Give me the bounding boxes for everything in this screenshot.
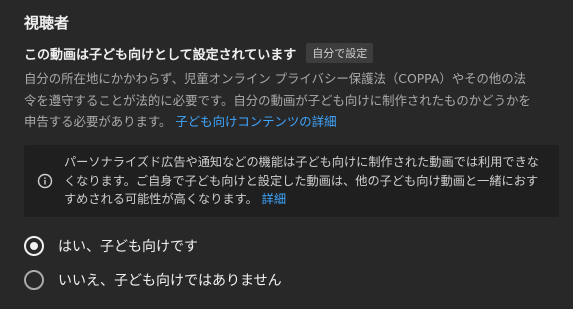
radio-button-unchecked[interactable] — [24, 270, 44, 290]
info-icon — [37, 173, 53, 189]
coppa-description: 自分の所在地にかかわらず、児童オンライン プライバシー保護法（COPPA）やその… — [24, 68, 554, 133]
info-line: パーソナライズド広告や通知などの機能は子ども向けに制作された動画では利用できな — [64, 155, 539, 169]
info-line: くなります。ご自身で子ども向けと設定した動画は、他の子ども向け動画と一緒におす — [64, 173, 539, 188]
radio-button-checked[interactable] — [24, 236, 44, 256]
description-line: 自分の所在地にかかわらず、児童オンライン プライバシー保護法（COPPA）やその… — [24, 71, 527, 86]
info-notice-text: パーソナライズド広告や通知などの機能は子ども向けに制作された動画では利用できな … — [64, 153, 554, 209]
info-notice-box: パーソナライズド広告や通知などの機能は子ども向けに制作された動画では利用できな … — [24, 145, 559, 217]
section-title: 視聴者 — [24, 14, 70, 32]
info-line-text: すめされる可能性が高くなります。 — [64, 192, 258, 206]
made-for-kids-yes-label: はい、子ども向けです — [58, 239, 198, 255]
description-line: 令を遵守することが法的に必要です。自分の動画が子ども向けに制作されたものかどうか… — [24, 92, 531, 108]
description-line-text: 申告する必要があります。 — [24, 114, 172, 129]
self-set-badge: 自分で設定 — [306, 43, 374, 63]
made-for-kids-yes-option[interactable]: はい、子ども向けです — [24, 236, 198, 256]
audience-status: この動画は子ども向けとして設定されています 自分で設定 — [24, 43, 374, 63]
info-line: すめされる可能性が高くなります。 詳細 — [64, 190, 554, 209]
audience-status-text: この動画は子ども向けとして設定されています — [24, 47, 297, 63]
made-for-kids-no-label: いいえ、子ども向けではありません — [58, 273, 282, 289]
description-line: 申告する必要があります。 子ども向けコンテンツの詳細 — [24, 111, 554, 133]
made-for-kids-no-option[interactable]: いいえ、子ども向けではありません — [24, 270, 282, 290]
kids-content-learn-more-link[interactable]: 子ども向けコンテンツの詳細 — [175, 114, 336, 129]
info-learn-more-link[interactable]: 詳細 — [262, 192, 286, 206]
